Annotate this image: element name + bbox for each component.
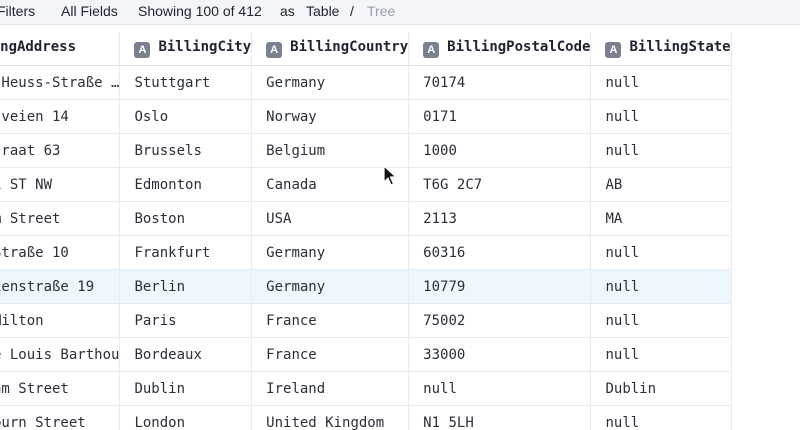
table-row[interactable]: Grétrystraat 63BrusselsBelgium1000null (0, 133, 732, 168)
view-table-button[interactable]: Table (306, 3, 339, 19)
results-table-container[interactable]: ABillingAddressABillingCityABillingCount… (0, 32, 800, 430)
table-cell[interactable]: Dublin (590, 371, 732, 406)
table-cell[interactable]: null (590, 99, 732, 134)
filters-button[interactable]: Filters (0, 3, 35, 19)
table-cell[interactable]: 9, Place Louis Barthou (0, 337, 121, 372)
table-cell[interactable]: France (251, 337, 410, 372)
view-as-label: as (280, 3, 295, 19)
column-header[interactable]: A BillingPostalCode (408, 32, 592, 66)
table-row[interactable]: Theodor-Heuss-Straße …StuttgartGermany70… (0, 65, 732, 100)
table-cell[interactable]: null (408, 371, 592, 406)
table-cell[interactable]: null (590, 235, 732, 270)
column-header-label: BillingCity (158, 39, 252, 55)
mouse-cursor-icon (383, 165, 397, 186)
table-row[interactable]: Tauentzienstraße 19BerlinGermany10779nul… (0, 269, 732, 304)
table-cell[interactable]: Norway (251, 99, 410, 134)
table-cell[interactable]: Ireland (251, 371, 410, 406)
table-cell[interactable]: Frankfurt (119, 235, 253, 270)
table-cell[interactable]: null (590, 303, 732, 338)
table-row[interactable]: 4, Rue MiltonParisFrance75002null (0, 303, 732, 338)
table-cell[interactable]: 70174 (408, 65, 592, 100)
table-cell[interactable]: Bordeaux (119, 337, 253, 372)
table-cell[interactable]: MA (590, 201, 732, 236)
table-cell[interactable]: null (590, 269, 732, 304)
table-cell[interactable]: 10779 (408, 269, 592, 304)
table-cell[interactable]: United Kingdom (251, 405, 410, 430)
results-table: ABillingAddressABillingCityABillingCount… (0, 32, 732, 430)
table-cell[interactable]: T6G 2C7 (408, 167, 592, 202)
column-header-label: BillingCountry (290, 39, 409, 55)
table-cell[interactable]: 33000 (408, 337, 592, 372)
column-header[interactable]: ABillingAddress (0, 32, 121, 66)
table-cell[interactable]: Paris (119, 303, 253, 338)
header-row: ABillingAddressABillingCityABillingCount… (0, 32, 732, 66)
table-cell[interactable]: London (119, 405, 253, 430)
string-type-icon: A (134, 42, 151, 58)
column-header-label: BillingAddress (0, 39, 77, 55)
table-body: Theodor-Heuss-Straße …StuttgartGermany70… (0, 65, 732, 430)
table-cell[interactable]: null (590, 337, 732, 372)
column-header[interactable]: A BillingState (590, 32, 732, 66)
table-cell[interactable]: 4, Rue Milton (0, 303, 121, 338)
table-cell[interactable]: Edmonton (119, 167, 253, 202)
table-row[interactable]: 69 Salem StreetBostonUSA2113MA (0, 201, 732, 236)
table-cell[interactable]: 8210 111 ST NW (0, 167, 121, 202)
table-cell[interactable]: null (590, 133, 732, 168)
table-cell[interactable]: Ullevålsveien 14 (0, 99, 121, 134)
string-type-icon: A (423, 42, 440, 58)
table-cell[interactable]: 3 Chatham Street (0, 371, 121, 406)
table-row[interactable]: Ullevålsveien 14OsloNorway0171null (0, 99, 732, 134)
table-cell[interactable]: 1000 (408, 133, 592, 168)
table-cell[interactable]: Germany (251, 65, 410, 100)
all-fields-button[interactable]: All Fields (61, 3, 118, 19)
table-cell[interactable]: Boston (119, 201, 253, 236)
table-cell[interactable]: Germany (251, 269, 410, 304)
table-cell[interactable]: Stuttgart (119, 65, 253, 100)
table-row[interactable]: 9, Place Louis BarthouBordeauxFrance3300… (0, 337, 732, 372)
table-cell[interactable]: 60316 (408, 235, 592, 270)
table-cell[interactable]: Germany (251, 235, 410, 270)
column-header[interactable]: A BillingCountry (251, 32, 410, 66)
table-cell[interactable]: 0171 (408, 99, 592, 134)
column-header-label: BillingState (629, 39, 731, 55)
string-type-icon: A (266, 42, 283, 58)
table-cell[interactable]: Brussels (119, 133, 253, 168)
table-row[interactable]: 3 Chatham StreetDublinIrelandnullDublin (0, 371, 732, 406)
column-header[interactable]: A BillingCity (119, 32, 253, 66)
result-count: Showing 100 of 412 (138, 3, 262, 19)
table-row[interactable]: 8210 111 ST NWEdmontonCanadaT6G 2C7AB (0, 167, 732, 202)
toolbar: Filters All Fields Showing 100 of 412 as… (0, 0, 800, 25)
table-cell[interactable]: Tauentzienstraße 19 (0, 269, 121, 304)
table-cell[interactable]: AB (590, 167, 732, 202)
table-cell[interactable]: 69 Salem Street (0, 201, 121, 236)
table-cell[interactable]: Dublin (119, 371, 253, 406)
table-row[interactable]: Berger Straße 10FrankfurtGermany60316nul… (0, 235, 732, 270)
view-separator: / (350, 3, 354, 19)
table-cell[interactable]: 2113 (408, 201, 592, 236)
view-tree-button[interactable]: Tree (367, 3, 395, 19)
table-cell[interactable]: Theodor-Heuss-Straße … (0, 65, 121, 100)
string-type-icon: A (605, 42, 622, 58)
column-header-label: BillingPostalCode (447, 39, 591, 55)
table-row[interactable]: 110 Raeburn StreetLondonUnited KingdomN1… (0, 405, 732, 430)
table-cell[interactable]: Berger Straße 10 (0, 235, 121, 270)
table-cell[interactable]: France (251, 303, 410, 338)
table-cell[interactable]: null (590, 65, 732, 100)
table-cell[interactable]: null (590, 405, 732, 430)
table-cell[interactable]: USA (251, 201, 410, 236)
table-cell[interactable]: Berlin (119, 269, 253, 304)
table-cell[interactable]: 110 Raeburn Street (0, 405, 121, 430)
table-cell[interactable]: Belgium (251, 133, 410, 168)
table-cell[interactable]: Grétrystraat 63 (0, 133, 121, 168)
table-cell[interactable]: 75002 (408, 303, 592, 338)
table-cell[interactable]: N1 5LH (408, 405, 592, 430)
table-cell[interactable]: Oslo (119, 99, 253, 134)
